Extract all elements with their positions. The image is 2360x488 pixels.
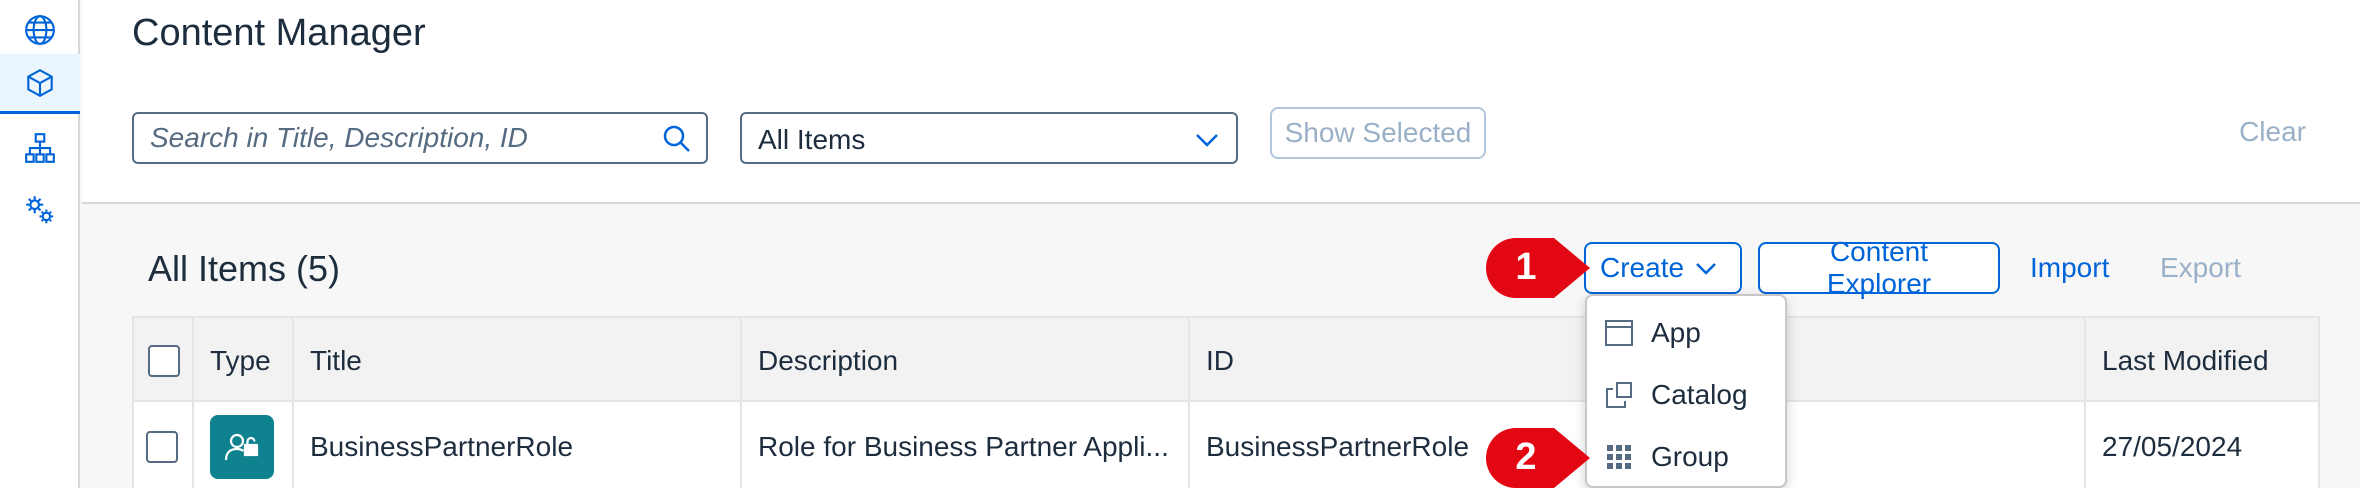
item-type-select-value: All Items [758,124,866,155]
search-icon[interactable] [662,124,692,154]
step-callout-number: 2 [1515,436,1537,478]
create-menu-item-group[interactable]: Group [1587,426,1785,488]
select-all-cell [134,318,194,404]
table-row[interactable]: BusinessPartnerRole Role for Business Pa… [132,402,2320,488]
select-all-checkbox[interactable] [148,345,180,377]
nav-settings[interactable] [0,180,80,240]
search-input[interactable] [150,114,650,162]
import-link[interactable]: Import [2030,252,2109,284]
chevron-down-icon [1696,263,1716,275]
step-callout-2: 2 [1484,426,1592,488]
side-navigation [0,0,80,488]
hierarchy-icon [25,133,55,163]
create-menu-item-label: Group [1651,441,1729,472]
create-menu-item-label: Catalog [1651,379,1748,410]
create-button-label: Create [1600,252,1685,283]
catalog-icon [1606,382,1632,408]
group-grid-icon [1607,445,1631,469]
column-header-description[interactable]: Description [742,318,1190,404]
row-description-cell: Role for Business Partner Appli... [742,402,1190,488]
show-selected-button[interactable]: Show Selected [1270,107,1486,159]
step-callout-1: 1 [1484,236,1592,300]
row-last-modified-cell: 27/05/2024 [2102,431,2243,462]
create-menu-item-catalog[interactable]: Catalog [1587,364,1785,426]
nav-hierarchy[interactable] [0,118,80,178]
row-select-cell [134,402,194,488]
settings-gears-icon [26,196,54,224]
column-header-type[interactable]: Type [194,318,294,404]
row-type-cell [194,402,294,488]
chevron-down-icon [1196,134,1218,147]
create-button[interactable]: Create [1584,242,1742,294]
search-field[interactable] [132,112,708,164]
column-header-last-modified[interactable]: Last Modified [2086,318,2322,404]
export-link[interactable]: Export [2160,252,2241,284]
create-menu: App Catalog Group [1585,294,1787,488]
row-checkbox[interactable] [146,431,178,463]
create-menu-item-label: App [1651,317,1701,348]
table-header-row: Type Title Description ID Last Modified [132,316,2322,404]
content-cube-icon [27,68,53,97]
create-menu-item-app[interactable]: App [1587,302,1785,364]
content-table: Type Title Description ID Last Modified … [132,316,2320,488]
globe-icon [25,15,55,45]
nav-content-manager[interactable] [0,54,80,114]
app-window-icon [1605,320,1633,346]
clear-link[interactable]: Clear [2239,116,2306,148]
item-type-select[interactable]: All Items [740,112,1238,164]
step-callout-number: 1 [1515,246,1537,288]
content-explorer-button[interactable]: Content Explorer [1758,236,2000,299]
column-header-title[interactable]: Title [294,318,742,404]
page-header: Content Manager All Items Show Selected … [82,0,2360,204]
row-title-cell[interactable]: BusinessPartnerRole [294,402,742,488]
page-title: Content Manager [132,12,426,54]
table-title: All Items (5) [148,248,341,289]
nav-globe[interactable] [0,0,80,60]
role-lock-icon [210,415,274,479]
